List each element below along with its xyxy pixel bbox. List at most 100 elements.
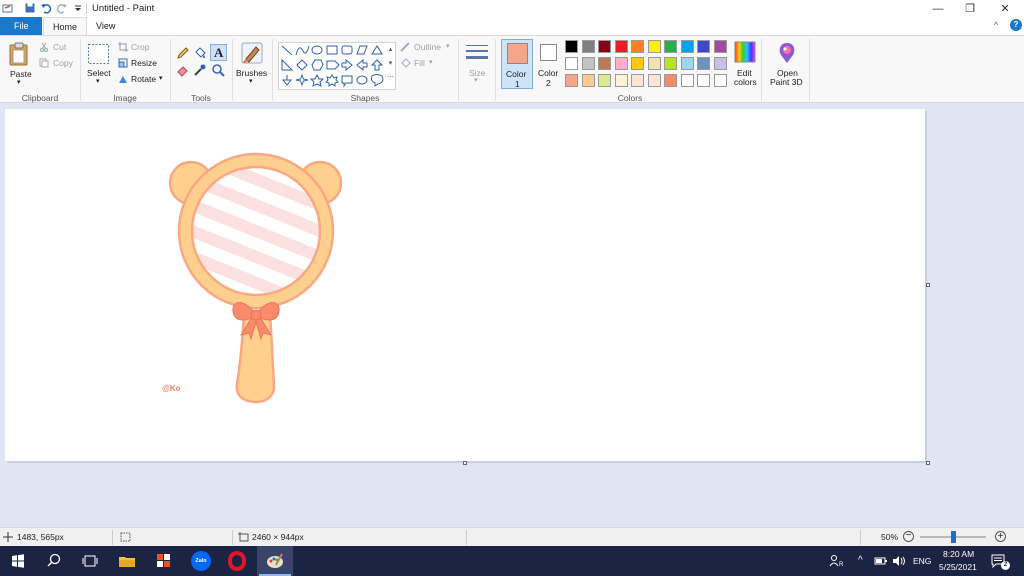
customize-quick-access-icon[interactable]	[72, 2, 84, 14]
store-icon[interactable]	[154, 551, 174, 571]
palette-swatch[interactable]	[614, 40, 628, 53]
palette-swatch[interactable]	[713, 40, 727, 53]
paint-app-icon[interactable]	[2, 2, 14, 14]
size-icon[interactable]	[465, 43, 489, 65]
outline-dropdown-icon[interactable]: ▾	[446, 42, 450, 50]
rotate-dropdown-icon[interactable]: ▾	[159, 74, 163, 82]
palette-swatch[interactable]	[598, 40, 611, 53]
palette-swatch[interactable]	[565, 40, 578, 53]
zoom-out-button[interactable]: −	[903, 531, 914, 542]
paste-icon[interactable]	[8, 41, 30, 67]
help-icon[interactable]: ?	[1010, 19, 1022, 31]
pencil-icon[interactable]	[176, 46, 190, 60]
palette-swatch[interactable]	[713, 57, 727, 70]
text-tool-button[interactable]: A	[210, 44, 227, 61]
battery-icon[interactable]	[874, 555, 888, 567]
zalo-icon[interactable]: Zalo	[191, 551, 211, 571]
status-separator	[232, 530, 233, 545]
tab-file[interactable]: File	[0, 17, 42, 35]
palette-swatch[interactable]	[598, 74, 611, 87]
palette-swatch[interactable]	[631, 57, 644, 70]
canvas-resize-handle-right[interactable]	[926, 283, 930, 287]
palette-swatch[interactable]	[581, 74, 595, 87]
palette-swatch[interactable]	[647, 40, 661, 53]
redo-icon[interactable]	[56, 2, 68, 14]
palette-swatch[interactable]	[581, 40, 595, 53]
edit-colors-icon[interactable]	[734, 41, 756, 63]
zoom-in-button[interactable]: +	[995, 531, 1006, 542]
fill-button[interactable]: Fill	[414, 58, 425, 68]
palette-swatch[interactable]	[631, 40, 644, 53]
zoom-slider-thumb[interactable]	[951, 531, 956, 543]
shapes-gallery[interactable]	[278, 42, 396, 90]
tab-view[interactable]: View	[87, 17, 125, 35]
task-view-icon[interactable]	[80, 551, 100, 571]
shapes-scroll[interactable]: ▴ ▾ ⋯	[386, 43, 395, 89]
palette-swatch[interactable]	[664, 74, 677, 87]
select-dropdown-icon[interactable]: ▾	[96, 77, 100, 85]
search-icon[interactable]	[44, 551, 64, 571]
palette-swatch[interactable]	[598, 57, 611, 70]
magnifier-icon[interactable]	[211, 63, 225, 77]
paint-taskbar-active[interactable]	[257, 546, 293, 576]
palette-swatch[interactable]	[565, 57, 578, 70]
canvas-resize-handle-bottom[interactable]	[463, 461, 467, 465]
palette-swatch[interactable]	[680, 57, 694, 70]
palette-swatch[interactable]	[581, 57, 595, 70]
show-hidden-icons-icon[interactable]: ^	[858, 555, 863, 566]
canvas-resize-handle-corner[interactable]	[926, 461, 930, 465]
opera-icon[interactable]	[228, 551, 246, 571]
paste-dropdown-icon[interactable]: ▾	[17, 78, 21, 86]
eraser-icon[interactable]	[176, 63, 190, 77]
crop-button[interactable]: Crop	[131, 42, 149, 52]
palette-swatch[interactable]	[614, 74, 628, 87]
clock-date[interactable]: 5/25/2021	[939, 562, 977, 572]
edit-colors-line2[interactable]: colors	[734, 77, 757, 87]
volume-icon[interactable]	[892, 555, 906, 567]
paste-button[interactable]: Paste	[10, 69, 32, 79]
palette-swatch[interactable]	[647, 74, 661, 87]
tab-home[interactable]: Home	[43, 17, 87, 35]
fill-icon[interactable]	[193, 46, 207, 60]
palette-swatch[interactable]	[664, 40, 677, 53]
palette-swatch[interactable]	[631, 74, 644, 87]
copy-button[interactable]: Copy	[53, 58, 73, 68]
palette-swatch[interactable]	[713, 74, 727, 87]
palette-swatch[interactable]	[680, 40, 694, 53]
size-dropdown-icon[interactable]: ▾	[474, 76, 478, 84]
fill-dropdown-icon[interactable]: ▾	[429, 58, 433, 66]
resize-button[interactable]: Resize	[131, 58, 157, 68]
status-separator	[860, 530, 861, 545]
collapse-ribbon-icon[interactable]: ^	[994, 20, 998, 30]
paint3d-icon[interactable]	[776, 41, 798, 65]
palette-swatch[interactable]	[697, 40, 710, 53]
clock-time[interactable]: 8:20 AM	[943, 549, 974, 559]
drawing-canvas[interactable]: @Ko	[5, 109, 925, 461]
palette-swatch[interactable]	[664, 57, 677, 70]
color-picker-icon[interactable]	[193, 63, 207, 77]
palette-swatch[interactable]	[647, 57, 661, 70]
palette-swatch[interactable]	[680, 74, 694, 87]
palette-swatch[interactable]	[614, 57, 628, 70]
rotate-button[interactable]: Rotate	[131, 74, 156, 84]
close-button[interactable]: ✕	[988, 0, 1022, 17]
palette-swatch[interactable]	[697, 74, 710, 87]
outline-button[interactable]: Outline	[414, 42, 441, 52]
people-icon[interactable]: R	[829, 555, 843, 567]
brushes-icon[interactable]	[240, 41, 264, 67]
color2-button[interactable]: Color 2	[536, 39, 562, 89]
file-explorer-icon[interactable]	[117, 551, 137, 571]
restore-button[interactable]: ❐	[953, 0, 987, 17]
select-icon[interactable]	[87, 43, 110, 65]
open-paint3d-line2[interactable]: Paint 3D	[770, 77, 803, 87]
windows-start-icon[interactable]	[8, 551, 28, 571]
minimize-button[interactable]: —	[921, 0, 955, 17]
palette-swatch[interactable]	[697, 57, 710, 70]
cut-button[interactable]: Cut	[53, 42, 66, 52]
palette-swatch[interactable]	[565, 74, 578, 87]
color1-button[interactable]: Color 1	[501, 39, 533, 89]
brushes-dropdown-icon[interactable]: ▾	[249, 77, 253, 85]
undo-icon[interactable]	[40, 2, 52, 14]
save-icon[interactable]	[24, 2, 36, 14]
language-indicator[interactable]: ENG	[913, 556, 931, 566]
